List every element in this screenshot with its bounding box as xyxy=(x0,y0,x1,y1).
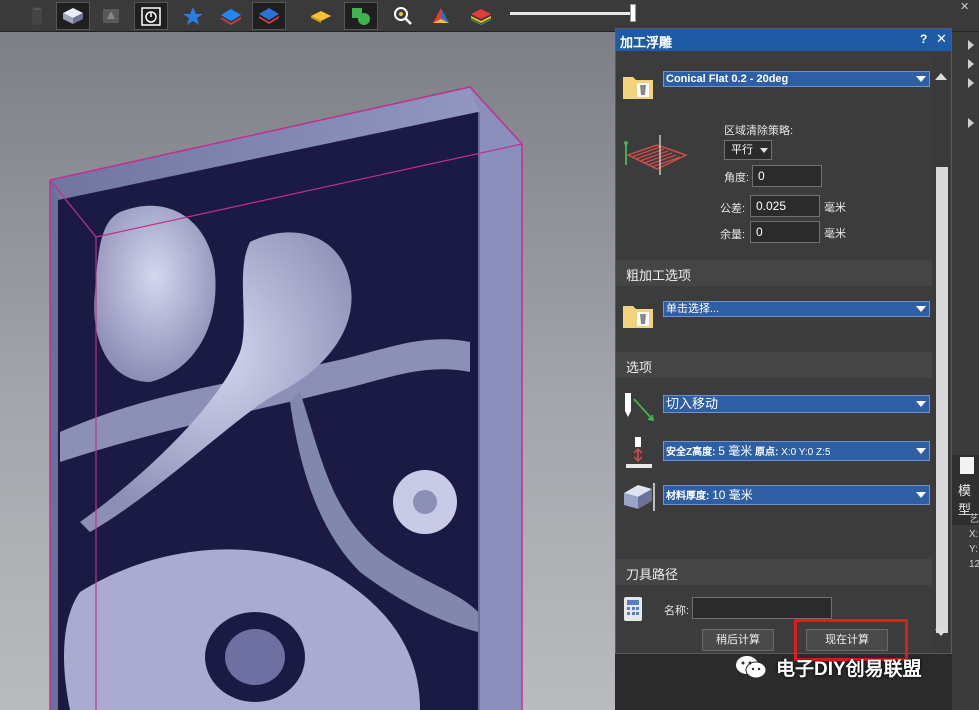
lead-in-value: 切入移动 xyxy=(666,396,719,411)
strategy-label: 区域清除策略: xyxy=(724,125,794,137)
tool-dropdown[interactable]: Conical Flat 0.2 - 20deg xyxy=(663,71,930,87)
allowance-label: 余量: xyxy=(720,229,746,241)
options-section-label: 选项 xyxy=(626,360,653,375)
origin-label: 原点: xyxy=(755,447,779,458)
color-layer-icon[interactable] xyxy=(464,2,498,30)
roughing-tool-dropdown[interactable]: 单击选择... xyxy=(663,301,930,317)
safe-z-dropdown[interactable]: 安全Z高度: 5 毫米 原点: X:0 Y:0 Z:5 xyxy=(663,441,930,461)
angle-field[interactable]: 0 xyxy=(752,165,822,187)
wechat-icon xyxy=(736,656,767,679)
calculator-icon xyxy=(624,597,642,621)
chevron-down-icon xyxy=(916,492,926,498)
toolpath-section-label: 刀具路径 xyxy=(626,567,679,582)
relief-model xyxy=(49,86,523,710)
watermark-text: 电子DIY创易联盟 xyxy=(776,658,922,680)
timer-icon[interactable] xyxy=(134,2,168,30)
tolerance-unit: 毫米 xyxy=(824,202,846,214)
material-thickness-dropdown[interactable]: 材料厚度: 10 毫米 xyxy=(663,485,930,505)
material-value: 10 毫米 xyxy=(712,488,753,502)
zoom-slider-track[interactable] xyxy=(510,12,634,15)
expand-arrow-icon[interactable] xyxy=(968,40,974,50)
origin-value: X:0 Y:0 Z:5 xyxy=(781,447,831,458)
lead-in-dropdown[interactable]: 切入移动 xyxy=(663,395,930,413)
info-line: 艺 xyxy=(969,514,979,525)
chevron-down-icon xyxy=(916,306,926,312)
close-icon[interactable]: ✕ xyxy=(936,31,947,47)
flat-layer-icon[interactable] xyxy=(304,2,338,30)
roughing-section-label: 粗加工选项 xyxy=(626,268,692,283)
material-label: 材料厚度: xyxy=(666,491,710,502)
safe-z-icon xyxy=(626,437,652,468)
chevron-down-icon xyxy=(916,401,926,407)
scroll-down-icon[interactable] xyxy=(935,629,947,636)
tolerance-field[interactable]: 0.025 xyxy=(750,195,820,217)
safe-z-value: 5 毫米 xyxy=(718,444,753,458)
expand-arrow-icon[interactable] xyxy=(968,118,974,128)
layer-stack-icon[interactable] xyxy=(252,2,286,30)
allowance-unit: 毫米 xyxy=(824,228,846,240)
toolpath-name-field[interactable] xyxy=(692,597,832,619)
calculate-later-button[interactable]: 稍后计算 xyxy=(702,629,774,651)
scroll-thumb[interactable] xyxy=(936,167,948,633)
watermark: 电子DIY创易联盟 xyxy=(734,652,922,682)
panel-header: 加工浮雕 ? ✕ xyxy=(616,29,951,51)
allowance-field[interactable]: 0 xyxy=(750,221,820,243)
panel-title: 加工浮雕 xyxy=(620,35,673,50)
shapes-icon[interactable] xyxy=(344,2,378,30)
search-icon[interactable] xyxy=(386,2,420,30)
expand-arrow-icon[interactable] xyxy=(968,59,974,69)
angle-label: 角度: xyxy=(724,172,750,184)
layers-icon[interactable] xyxy=(214,2,248,30)
raster-strategy-icon xyxy=(624,135,688,175)
roughing-section-header[interactable]: 粗加工选项 xyxy=(616,260,932,286)
lead-in-icon xyxy=(625,393,655,422)
pyramid-icon[interactable] xyxy=(424,2,458,30)
material-thickness-icon xyxy=(624,483,655,511)
strategy-value: 平行 xyxy=(731,144,753,156)
info-line: 12 xyxy=(969,559,979,570)
app-window: ✕ 模型 艺 X: Y: 12 加工浮雕 ? ✕ Conical Flat 0.… xyxy=(0,0,979,710)
safe-z-label: 安全Z高度: xyxy=(666,447,716,458)
relief-icon[interactable] xyxy=(94,2,128,30)
tolerance-label: 公差: xyxy=(720,203,746,215)
scroll-up-icon[interactable] xyxy=(935,73,947,80)
chevron-down-icon xyxy=(916,448,926,454)
tool-dropdown-value: Conical Flat 0.2 - 20deg xyxy=(666,73,789,85)
chevron-down-icon xyxy=(916,76,926,82)
info-line: X: xyxy=(969,529,979,540)
tool-folder-icon[interactable] xyxy=(622,71,654,101)
3d-viewport[interactable] xyxy=(0,32,615,710)
name-label: 名称: xyxy=(664,605,690,617)
roughing-dropdown-value: 单击选择... xyxy=(666,303,720,315)
machine-relief-panel: 加工浮雕 ? ✕ Conical Flat 0.2 - 20deg 区域清除策略… xyxy=(615,28,952,654)
document-icon xyxy=(960,457,974,474)
help-icon[interactable]: ? xyxy=(920,32,927,46)
close-icon[interactable]: ✕ xyxy=(960,0,976,13)
model-icon[interactable] xyxy=(56,2,90,30)
roughing-folder-icon[interactable] xyxy=(622,300,654,330)
expand-arrow-icon[interactable] xyxy=(968,78,974,88)
strategy-dropdown[interactable]: 平行 xyxy=(724,140,772,160)
toolpath-section-header[interactable]: 刀具路径 xyxy=(616,559,932,585)
star-icon[interactable] xyxy=(176,2,210,30)
info-line: Y: xyxy=(969,544,978,555)
cylinder-icon[interactable] xyxy=(20,2,54,30)
options-section-header[interactable]: 选项 xyxy=(616,352,932,378)
right-side-strip xyxy=(952,32,979,710)
chevron-down-icon xyxy=(760,148,768,153)
zoom-slider-thumb[interactable] xyxy=(630,4,636,22)
